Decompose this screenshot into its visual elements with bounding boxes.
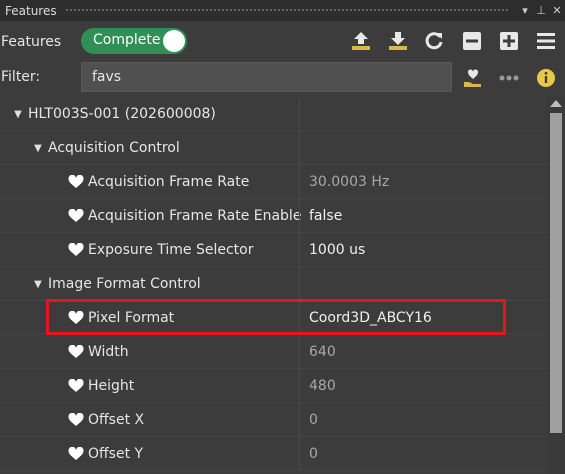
- vertical-scrollbar[interactable]: [547, 97, 565, 474]
- heart-icon[interactable]: [68, 345, 84, 359]
- feature-name: Height: [88, 378, 135, 394]
- panel-title: Features: [5, 3, 57, 18]
- feature-value[interactable]: 1000 us: [309, 233, 365, 267]
- features-toolbar: Features Complete: [0, 21, 565, 62]
- device-row[interactable]: ▼ HLT003S-001 (202600008): [0, 97, 547, 131]
- feature-row[interactable]: Offset X 0: [0, 403, 547, 437]
- chevron-down-icon[interactable]: ▼: [12, 109, 24, 120]
- heart-icon[interactable]: [68, 311, 84, 325]
- scroll-up-arrow-icon[interactable]: [550, 100, 562, 107]
- refresh-icon[interactable]: [422, 29, 446, 53]
- close-button[interactable]: ✕: [549, 4, 565, 17]
- feature-value: 480: [309, 378, 336, 394]
- heart-icon[interactable]: [68, 413, 84, 427]
- feature-row[interactable]: Height 480: [0, 369, 547, 403]
- filter-row: Filter:: [0, 62, 565, 96]
- category-name: Acquisition Control: [48, 140, 180, 156]
- category-name: Image Format Control: [48, 276, 201, 292]
- category-row[interactable]: ▼ Acquisition Control: [0, 131, 547, 165]
- heart-icon[interactable]: [68, 379, 84, 393]
- download-icon[interactable]: [386, 29, 410, 53]
- feature-row[interactable]: Pixel Format Coord3D_ABCY16: [0, 301, 547, 335]
- feature-name: Width: [88, 344, 129, 360]
- chevron-down-icon[interactable]: ▼: [32, 143, 44, 154]
- feature-value: 640: [309, 344, 336, 360]
- feature-value[interactable]: Coord3D_ABCY16: [309, 301, 432, 335]
- feature-row[interactable]: Acquisition Frame Rate 30.0003 Hz: [0, 165, 547, 199]
- feature-value[interactable]: false: [309, 199, 342, 233]
- pin-button[interactable]: ⊥: [533, 4, 549, 17]
- feature-name: Offset X: [88, 412, 145, 428]
- menu-icon[interactable]: [534, 29, 558, 53]
- more-icon[interactable]: [497, 66, 521, 90]
- feature-name: Acquisition Frame Rate Enable: [88, 208, 302, 224]
- feature-value: 30.0003 Hz: [309, 174, 390, 190]
- feature-value: 0: [309, 446, 318, 462]
- upload-icon[interactable]: [349, 29, 373, 53]
- feature-name: Pixel Format: [88, 310, 175, 326]
- heart-icon[interactable]: [68, 209, 84, 223]
- feature-row[interactable]: Width 640: [0, 335, 547, 369]
- visibility-toggle-label: Complete: [93, 32, 161, 48]
- feature-name: Exposure Time Selector: [88, 242, 254, 258]
- feature-row[interactable]: Acquisition Frame Rate Enable false: [0, 199, 547, 233]
- visibility-toggle[interactable]: Complete: [81, 28, 187, 54]
- filter-input[interactable]: [81, 62, 452, 92]
- favorites-icon[interactable]: [461, 66, 485, 90]
- feature-value: 0: [309, 412, 318, 428]
- category-row[interactable]: ▼ Image Format Control: [0, 267, 547, 301]
- chevron-down-icon[interactable]: ▼: [32, 279, 44, 290]
- info-icon[interactable]: [534, 66, 558, 90]
- features-label: Features: [1, 33, 62, 50]
- heart-icon[interactable]: [68, 243, 84, 257]
- heart-icon[interactable]: [68, 175, 84, 189]
- feature-name: Acquisition Frame Rate: [88, 174, 250, 190]
- panel-title-bar: Features ▾ ⊥ ✕: [0, 0, 565, 21]
- feature-row[interactable]: Exposure Time Selector 1000 us: [0, 233, 547, 267]
- drag-grip[interactable]: [64, 8, 509, 13]
- feature-name: Offset Y: [88, 446, 144, 462]
- feature-row[interactable]: Offset Y 0: [0, 437, 547, 471]
- device-name: HLT003S-001 (202600008): [28, 106, 216, 122]
- filter-label: Filter:: [1, 69, 41, 85]
- toggle-knob: [163, 30, 185, 52]
- heart-icon[interactable]: [68, 447, 84, 461]
- expand-all-icon[interactable]: [497, 29, 521, 53]
- scrollbar-thumb[interactable]: [550, 113, 562, 433]
- feature-tree: ▼ HLT003S-001 (202600008) ▼ Acquisition Co…: [0, 97, 547, 474]
- panel-menu-button[interactable]: ▾: [517, 4, 533, 17]
- collapse-all-icon[interactable]: [460, 29, 484, 53]
